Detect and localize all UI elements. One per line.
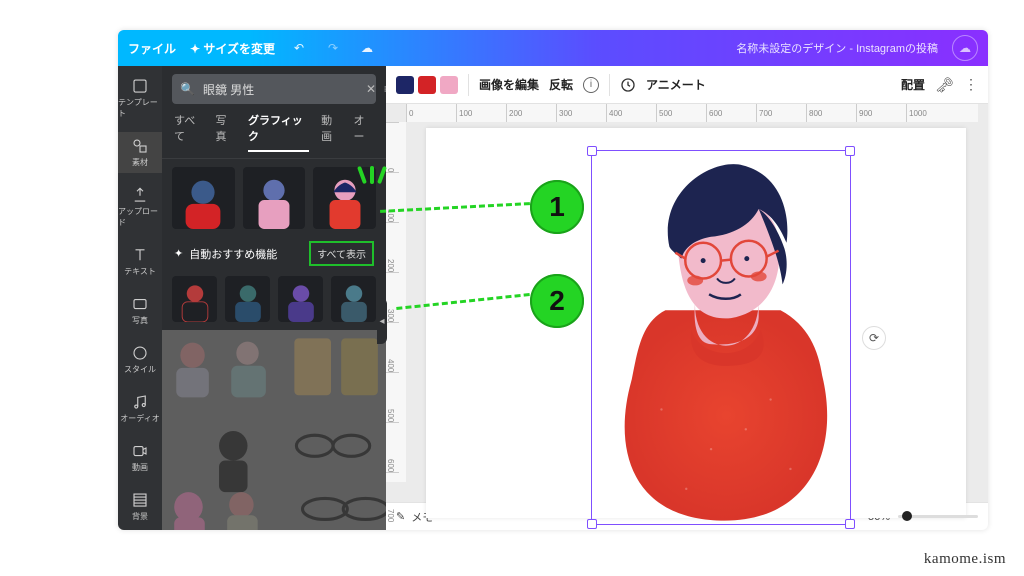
resize-handle[interactable]	[587, 519, 597, 529]
resize-handle[interactable]	[587, 146, 597, 156]
tab-graphic[interactable]: グラフィック	[248, 112, 309, 152]
canvas-page[interactable]: ⟳	[426, 128, 966, 518]
annotation-accent-icon	[360, 166, 388, 188]
resize-handle[interactable]	[845, 146, 855, 156]
tab-audio[interactable]: オー	[354, 112, 374, 152]
info-icon[interactable]: i	[583, 77, 599, 93]
resize-label: サイズを変更	[203, 42, 275, 56]
resize-handle[interactable]	[845, 519, 855, 529]
recommend-header: ✦ 自動おすすめ機能 すべて表示	[162, 237, 386, 268]
tab-all[interactable]: すべて	[174, 112, 204, 152]
swatch-2[interactable]	[418, 76, 436, 94]
share-cloud-icon[interactable]: ☁	[952, 35, 978, 61]
show-all-button[interactable]: すべて表示	[309, 241, 374, 266]
document-title[interactable]: 名称未設定のデザイン - Instagramの投稿	[736, 40, 938, 56]
canvas-area[interactable]: 01002003004005006007008009001000 0100200…	[386, 104, 988, 502]
graphic-thumb[interactable]	[243, 167, 306, 229]
search-field[interactable]: 🔍 ✕ ≡	[172, 74, 376, 104]
rotate-handle[interactable]: ⟳	[862, 326, 886, 350]
animate-icon	[620, 77, 636, 93]
selected-element[interactable]: ⟳	[591, 150, 851, 525]
sparkle-icon: ✦	[174, 247, 183, 260]
rail-video[interactable]: 動画	[118, 437, 162, 478]
ruler-vertical: 0100200300400500600700	[386, 122, 406, 482]
rail-template[interactable]: テンプレート	[118, 72, 162, 124]
graphic-thumb[interactable]	[172, 167, 235, 229]
filter-tabs: すべて 写真 グラフィック 動画 オー	[162, 112, 386, 159]
cloud-sync-icon[interactable]: ☁	[357, 38, 377, 58]
more-icon[interactable]: ⋮	[964, 76, 978, 93]
redo-icon[interactable]: ↷	[323, 38, 343, 58]
rail-audio[interactable]: オーディオ	[118, 388, 162, 429]
reco-thumb[interactable]	[278, 276, 323, 322]
ruler-horizontal: 01002003004005006007008009001000	[406, 104, 978, 122]
animate-button[interactable]: アニメート	[646, 76, 706, 93]
rail-upload[interactable]: アップロード	[118, 181, 162, 233]
tab-photo[interactable]: 写真	[216, 112, 236, 152]
man-glasses-illustration	[592, 151, 850, 524]
rail-photo[interactable]: 写真	[118, 290, 162, 331]
rail-text[interactable]: テキスト	[118, 241, 162, 282]
recommend-row	[162, 268, 386, 330]
more-results[interactable]	[162, 330, 386, 530]
file-menu[interactable]: ファイル	[128, 40, 176, 57]
reco-thumb[interactable]	[331, 276, 376, 322]
search-input[interactable]	[203, 82, 358, 96]
swatch-3[interactable]	[440, 76, 458, 94]
rail-style[interactable]: スタイル	[118, 339, 162, 380]
search-icon: 🔍	[180, 82, 195, 96]
undo-icon[interactable]: ↶	[289, 38, 309, 58]
annotation-step-2: 2	[530, 274, 584, 328]
menu-bar: ファイル ✦ サイズを変更 ↶ ↷ ☁ 名称未設定のデザイン - Instagr…	[118, 30, 988, 66]
result-row-1	[162, 159, 386, 237]
annotation-step-1: 1	[530, 180, 584, 234]
tab-video[interactable]: 動画	[321, 112, 341, 152]
reco-thumb[interactable]	[225, 276, 270, 322]
swatch-1[interactable]	[396, 76, 414, 94]
signature: kamome.ism	[924, 551, 1006, 568]
lock-icon[interactable]: 🗝	[935, 76, 954, 94]
panel-collapse-icon[interactable]: ◂	[377, 298, 387, 344]
rail-elements[interactable]: 素材	[118, 132, 162, 173]
clear-icon[interactable]: ✕	[366, 82, 376, 96]
edit-image-button[interactable]: 画像を編集	[479, 76, 539, 93]
rail-background[interactable]: 背景	[118, 486, 162, 527]
placement-button[interactable]: 配置	[901, 76, 925, 93]
zoom-slider[interactable]	[898, 515, 978, 518]
side-rail: テンプレート 素材 アップロード テキスト 写真 スタイル オーディオ 動画 背…	[118, 66, 162, 530]
resize-menu[interactable]: ✦ サイズを変更	[190, 40, 275, 57]
flip-button[interactable]: 反転	[549, 76, 573, 93]
elements-panel: 🔍 ✕ ≡ すべて 写真 グラフィック 動画 オー	[162, 66, 386, 530]
color-swatches	[396, 76, 458, 94]
recommend-title: 自動おすすめ機能	[189, 246, 277, 262]
reco-thumb[interactable]	[172, 276, 217, 322]
context-toolbar: 画像を編集 反転 i アニメート 配置 🗝 ⋮	[386, 66, 988, 104]
